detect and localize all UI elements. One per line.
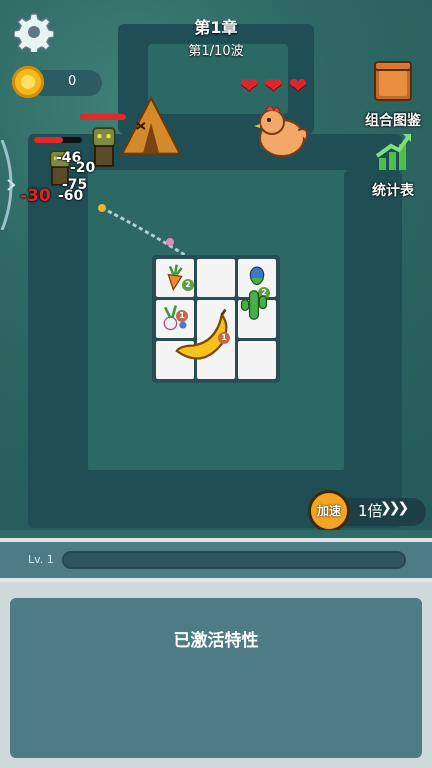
level-progress-bar [62,551,406,569]
grid-cell-empty[interactable] [238,341,276,379]
wave-counter: 第1/10波 [188,44,244,59]
grid-cell-empty[interactable] [197,259,235,297]
chart-up-icon [375,134,411,170]
coin-value: 0 [68,74,77,89]
tent-enemy-icon [120,95,182,155]
level-label: Lv. 1 [28,553,54,566]
damage-number: -60 [58,188,84,204]
chicken-icon [254,105,308,157]
traits-inner: 已激活特性 [10,598,422,758]
alarm-clock-icon[interactable]: 加速 [308,490,350,530]
cactus-icon [240,290,268,320]
fast-forward-icon: ❯❯❯ [380,500,409,516]
collection-button[interactable]: 组合图鉴 [358,60,428,130]
damage-number-critical: -30 [20,186,51,206]
speed-value: 1倍 [358,502,383,520]
grid-cell-carrot[interactable]: 2 [156,259,194,297]
level-badge: 1 [218,332,230,344]
coin-icon [12,66,44,98]
chapter-title: 第1章 [194,18,238,37]
stats-button[interactable]: 统计表 [358,130,428,200]
player-hearts: ❤❤❤ [240,74,314,99]
enemy-hp-bar [80,114,126,120]
collection-label: 组合图鉴 [365,113,421,129]
stats-label: 统计表 [372,183,414,199]
traits-panel: 已激活特性 [0,582,432,768]
speed-control[interactable]: 加速 1倍 ❯❯❯ [308,490,428,530]
level-row: Lv. 1 [0,542,432,578]
book-icon [374,61,412,101]
enemy-hp-bar [34,137,82,143]
game-field: 0 第1章 第1/10波 组合图鉴 统计表 ❤❤❤ -46 -20 -75 -6… [0,0,432,530]
speed-label: 加速 [316,504,341,518]
enemy-hp-fill [80,114,126,120]
traits-title: 已激活特性 [173,631,259,651]
damage-number: -20 [70,160,96,176]
level-section: Lv. 1 [0,538,432,582]
enemy-hp-fill [34,137,63,143]
coin-counter: 0 [12,66,104,100]
chevron-left-icon[interactable] [0,140,20,230]
level-badge: 2 [182,279,194,291]
